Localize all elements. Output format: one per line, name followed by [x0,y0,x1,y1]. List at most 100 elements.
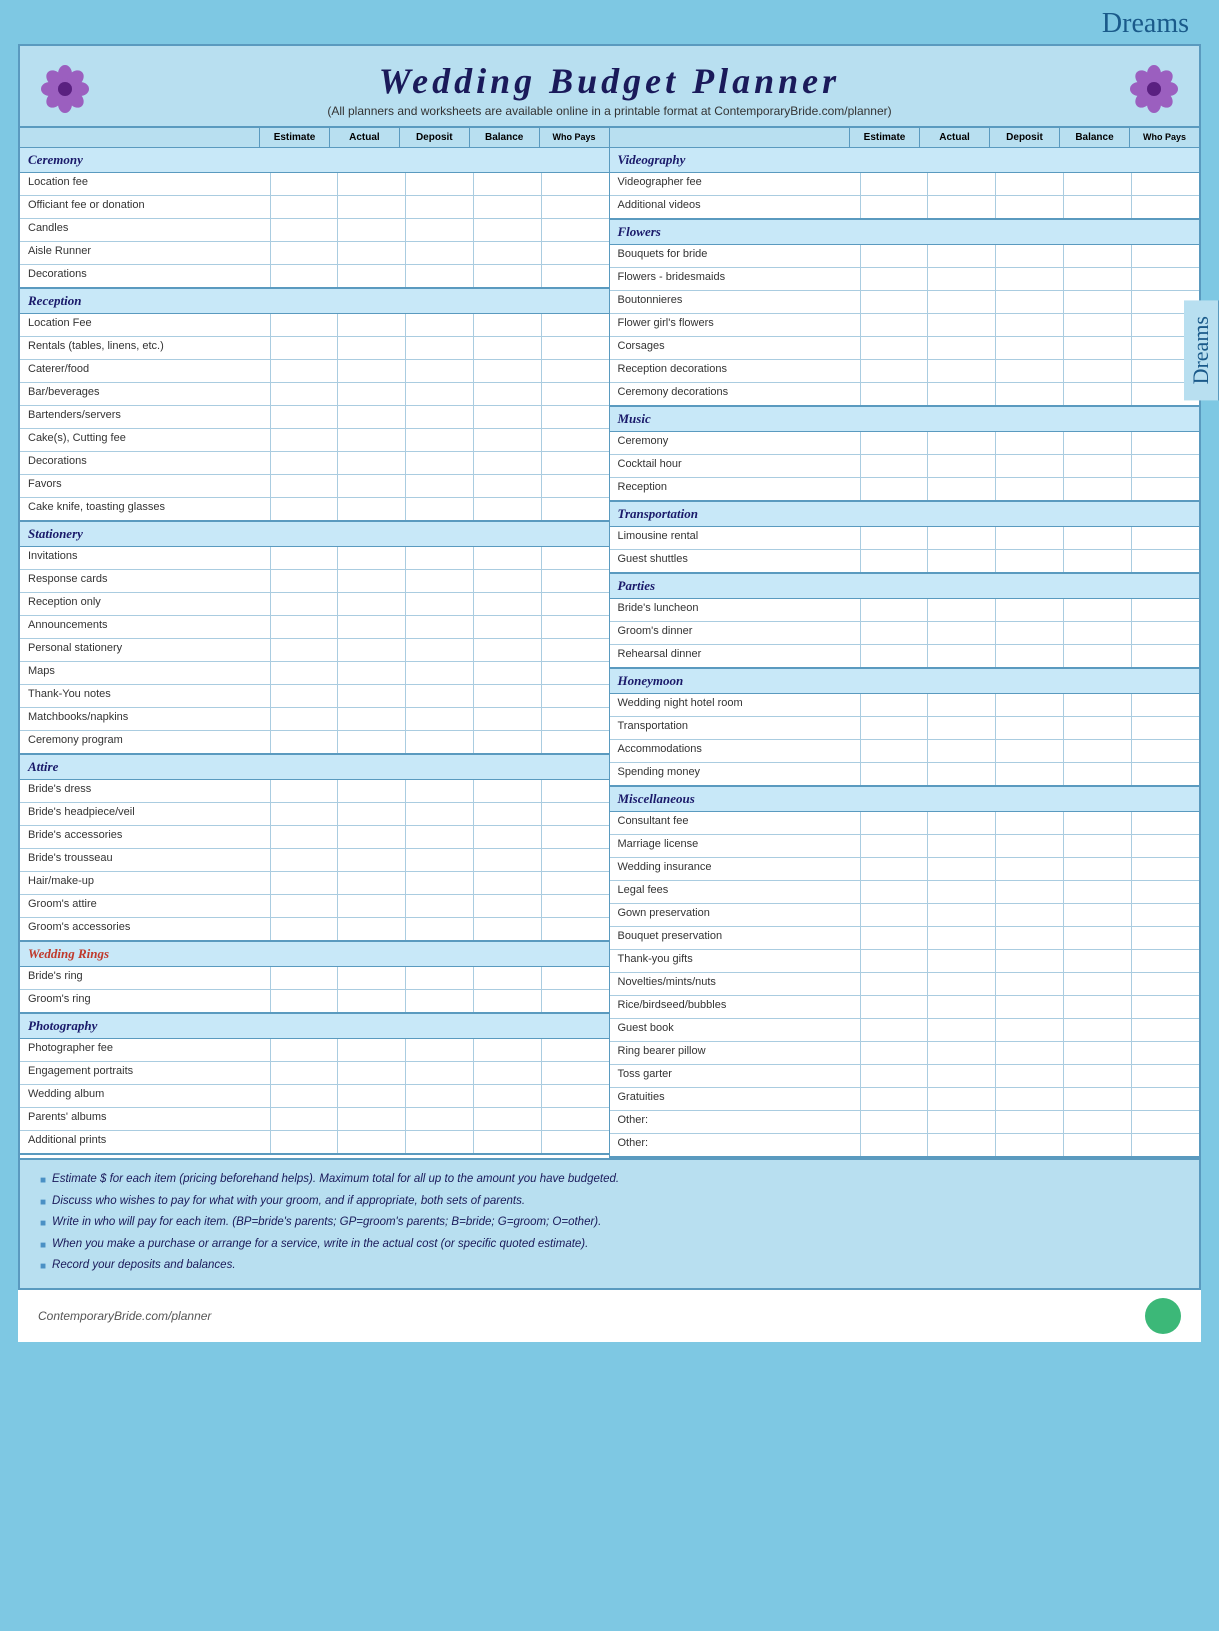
table-row: Announcements [20,616,609,639]
table-row: Gown preservation [610,904,1200,927]
main-container: Wedding Budget Planner (All planners and… [18,44,1201,1290]
table-row: Bouquets for bride [610,245,1200,268]
reception-header: Reception [20,289,609,314]
table-row: Groom's ring [20,990,609,1013]
miscellaneous-header: Miscellaneous [610,787,1200,812]
attire-section: Attire Bride's dress Bride's headpiece/v… [20,755,609,942]
table-row: Location fee [20,173,609,196]
table-row: Location Fee [20,314,609,337]
table-row: Reception decorations [610,360,1200,383]
table-row: Favors [20,475,609,498]
table-row: Engagement portraits [20,1062,609,1085]
honeymoon-section: Honeymoon Wedding night hotel room Trans… [610,669,1200,787]
table-row: Reception [610,478,1200,501]
ceremony-header: Ceremony [20,148,609,173]
left-item-col [20,128,260,147]
table-row: Cake knife, toasting glasses [20,498,609,521]
footer-note-2: Discuss who wishes to pay for what with … [40,1192,1179,1212]
table-row: Guest book [610,1019,1200,1042]
subtitle: (All planners and worksheets are availab… [90,104,1129,118]
table-row: Wedding night hotel room [610,694,1200,717]
table-row: Additional prints [20,1131,609,1154]
right-col-headers: Estimate Actual Deposit Balance Who Pays [610,128,1200,148]
flower-left-icon [40,64,90,114]
table-row: Corsages [610,337,1200,360]
table-row: Flower girl's flowers [610,314,1200,337]
table-row: Ceremony program [20,731,609,754]
table-row: Reception only [20,593,609,616]
table-row: Marriage license [610,835,1200,858]
left-col-headers: Estimate Actual Deposit Balance Who Pays [20,128,609,148]
parties-section: Parties Bride's luncheon Groom's dinner … [610,574,1200,669]
footer-notes-area: Estimate $ for each item (pricing before… [20,1158,1199,1288]
table-row: Bouquet preservation [610,927,1200,950]
table-row: Other: [610,1134,1200,1157]
footer-note-3: Write in who will pay for each item. (BP… [40,1213,1179,1233]
table-row: Matchbooks/napkins [20,708,609,731]
table-row: Legal fees [610,881,1200,904]
right-actual-col: Actual [920,128,990,147]
wedding-rings-header: Wedding Rings [20,942,609,967]
miscellaneous-section: Miscellaneous Consultant fee Marriage li… [610,787,1200,1158]
right-table: Estimate Actual Deposit Balance Who Pays… [610,128,1200,1158]
table-row: Bride's dress [20,780,609,803]
table-row: Rehearsal dinner [610,645,1200,668]
dreams-top-label: Dreams [0,0,1219,44]
table-area: Estimate Actual Deposit Balance Who Pays… [20,128,1199,1158]
table-row: Photographer fee [20,1039,609,1062]
table-row: Cocktail hour [610,455,1200,478]
table-row: Decorations [20,265,609,288]
music-section: Music Ceremony Cocktail hour Reception [610,407,1200,502]
photography-header: Photography [20,1014,609,1039]
dreams-side-label: Dreams [1184,300,1219,400]
footer-note-1: Estimate $ for each item (pricing before… [40,1170,1179,1190]
bottom-bar: ContemporaryBride.com/planner [18,1290,1201,1342]
right-whopays-col: Who Pays [1130,128,1199,147]
table-row: Toss garter [610,1065,1200,1088]
stationery-section: Stationery Invitations Response cards Re… [20,522,609,755]
website-link[interactable]: ContemporaryBride.com/planner [38,1309,211,1323]
ceremony-section: Ceremony Location fee Officiant fee or d… [20,148,609,289]
table-row: Wedding insurance [610,858,1200,881]
table-row: Cake(s), Cutting fee [20,429,609,452]
main-title: Wedding Budget Planner [90,60,1129,102]
transportation-section: Transportation Limousine rental Guest sh… [610,502,1200,574]
table-row: Decorations [20,452,609,475]
table-row: Wedding album [20,1085,609,1108]
videography-section: Videography Videographer fee Additional … [610,148,1200,220]
transportation-header: Transportation [610,502,1200,527]
table-row: Bride's trousseau [20,849,609,872]
table-row: Caterer/food [20,360,609,383]
table-row: Rice/birdseed/bubbles [610,996,1200,1019]
stationery-header: Stationery [20,522,609,547]
honeymoon-header: Honeymoon [610,669,1200,694]
flowers-header: Flowers [610,220,1200,245]
footer-note-4: When you make a purchase or arrange for … [40,1235,1179,1255]
table-row: Gratuities [610,1088,1200,1111]
wedding-rings-section: Wedding Rings Bride's ring Groom's ring [20,942,609,1014]
reception-section: Reception Location Fee Rentals (tables, … [20,289,609,522]
left-actual-col: Actual [330,128,400,147]
left-balance-col: Balance [470,128,540,147]
table-row: Bride's accessories [20,826,609,849]
table-row: Additional videos [610,196,1200,219]
videography-header: Videography [610,148,1200,173]
left-whopays-col: Who Pays [540,128,609,147]
parties-header: Parties [610,574,1200,599]
table-row: Flowers - bridesmaids [610,268,1200,291]
photography-section: Photography Photographer fee Engagement … [20,1014,609,1155]
table-row: Rentals (tables, linens, etc.) [20,337,609,360]
right-balance-col: Balance [1060,128,1130,147]
table-row: Videographer fee [610,173,1200,196]
left-deposit-col: Deposit [400,128,470,147]
table-row: Groom's dinner [610,622,1200,645]
table-row: Personal stationery [20,639,609,662]
flowers-section: Flowers Bouquets for bride Flowers - bri… [610,220,1200,407]
table-row: Groom's attire [20,895,609,918]
table-row: Ring bearer pillow [610,1042,1200,1065]
table-row: Guest shuttles [610,550,1200,573]
table-row: Bar/beverages [20,383,609,406]
table-row: Invitations [20,547,609,570]
table-row: Bride's luncheon [610,599,1200,622]
table-row: Parents' albums [20,1108,609,1131]
